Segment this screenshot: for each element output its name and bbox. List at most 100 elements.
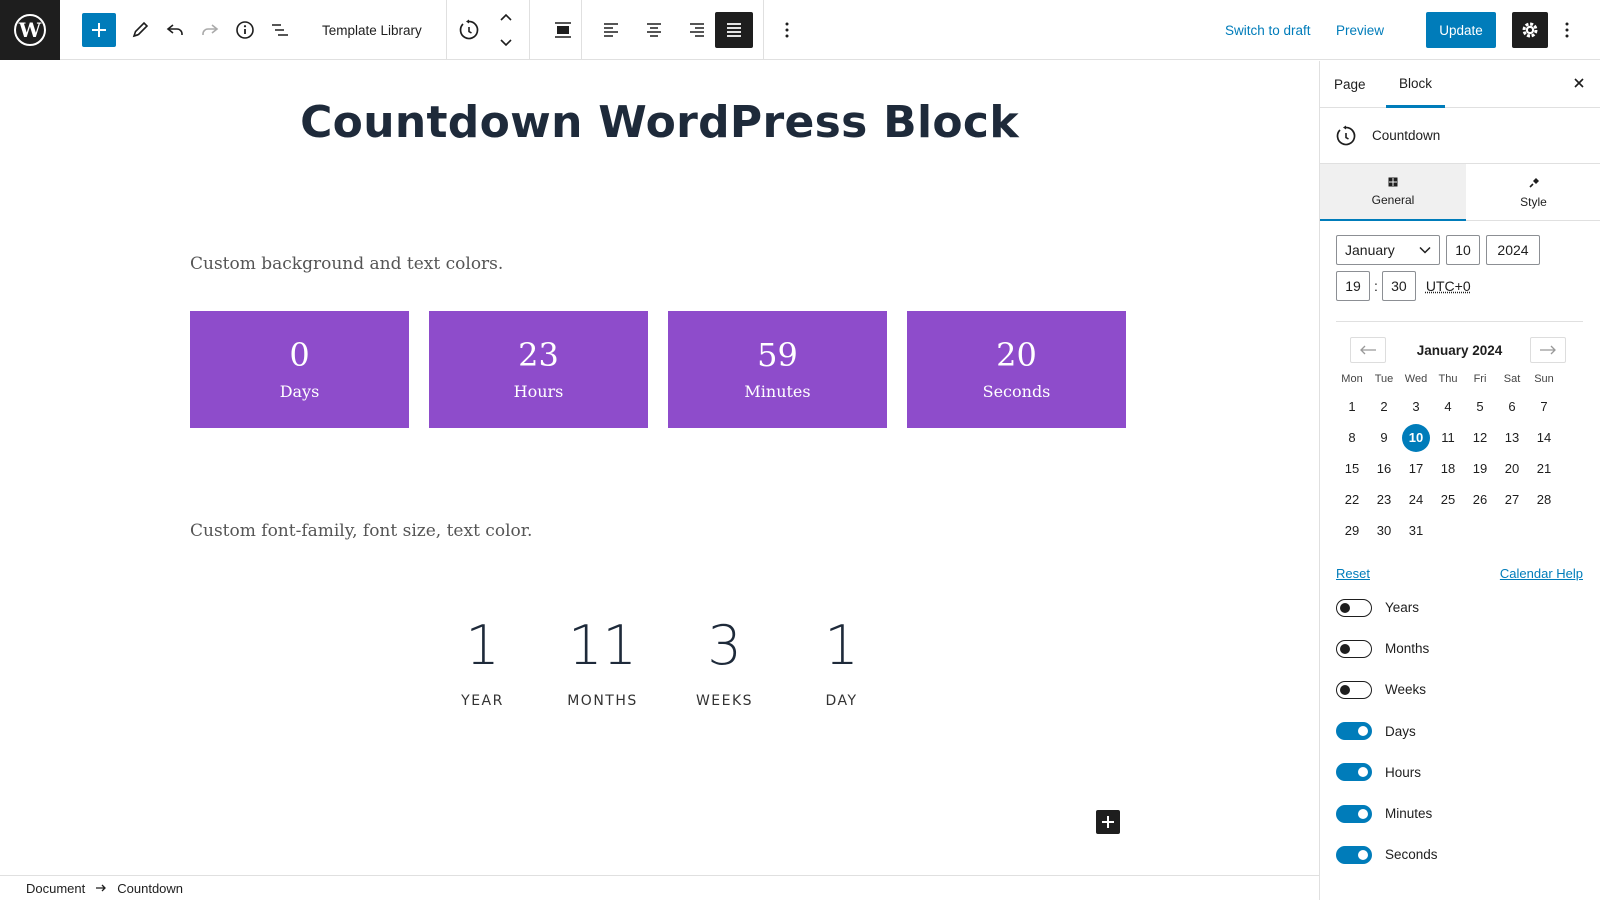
year-input[interactable]: 2024 <box>1486 235 1540 265</box>
close-sidebar-button[interactable] <box>1572 74 1586 95</box>
calendar-day[interactable]: 9 <box>1368 424 1400 452</box>
calendar-week-row: 1234567 <box>1336 391 1588 422</box>
arrow-right-icon <box>96 884 107 892</box>
calendar-day[interactable]: 27 <box>1496 486 1528 514</box>
align-center-button[interactable] <box>637 13 671 47</box>
calendar-empty-cell <box>1528 517 1560 545</box>
calendar-weekdays: Mon Tue Wed Thu Fri Sat Sun <box>1336 367 1588 391</box>
paragraph-fonts[interactable]: Custom font-family, font size, text colo… <box>190 521 532 541</box>
calendar-day[interactable]: 20 <box>1496 455 1528 483</box>
toggle-weeks[interactable] <box>1336 680 1372 699</box>
month-select[interactable]: January <box>1336 235 1440 265</box>
breadcrumb-countdown[interactable]: Countdown <box>117 881 183 896</box>
countdown-block-fonts[interactable]: 1 YEAR 11 MONTHS 3 WEEKS 1 DAY <box>0 616 1319 710</box>
calendar-day[interactable]: 28 <box>1528 486 1560 514</box>
wordpress-logo-button[interactable]: W <box>0 0 60 60</box>
undo-button[interactable] <box>158 13 192 47</box>
divider <box>1336 321 1583 322</box>
options-button[interactable] <box>1555 13 1579 47</box>
calendar-day[interactable]: 14 <box>1528 424 1560 452</box>
countdown-block-colored[interactable]: 0 Days 23 Hours 59 Minutes 20 Seconds <box>190 311 1126 428</box>
calendar-day[interactable]: 6 <box>1496 393 1528 421</box>
template-library-button[interactable]: Template Library <box>322 0 422 60</box>
wide-width-button[interactable] <box>546 13 580 47</box>
tab-block[interactable]: Block <box>1386 61 1446 108</box>
calendar-day[interactable]: 3 <box>1400 393 1432 421</box>
settings-button[interactable] <box>1512 12 1548 48</box>
chevron-down-icon <box>1419 246 1431 254</box>
details-button[interactable] <box>228 13 262 47</box>
calendar-day[interactable]: 12 <box>1464 424 1496 452</box>
calendar-help-link[interactable]: Calendar Help <box>1500 566 1583 581</box>
hour-input[interactable]: 19 <box>1336 271 1370 301</box>
chevron-down-icon <box>500 39 512 47</box>
align-right-button[interactable] <box>680 13 714 47</box>
block-options-button[interactable] <box>770 13 804 47</box>
toggle-months[interactable] <box>1336 639 1372 658</box>
calendar-day[interactable]: 19 <box>1464 455 1496 483</box>
calendar-day[interactable]: 13 <box>1496 424 1528 452</box>
move-down-button[interactable] <box>496 32 516 52</box>
switch-to-draft-button[interactable]: Switch to draft <box>1225 0 1311 60</box>
preview-button[interactable]: Preview <box>1336 0 1384 60</box>
unit-toggles: Years Months Weeks Days Hours Minutes Seconds <box>1336 587 1438 875</box>
page-title[interactable]: Countdown WordPress Block <box>0 97 1319 148</box>
move-up-button[interactable] <box>496 8 516 28</box>
minute-input[interactable]: 30 <box>1381 271 1416 301</box>
calendar-day[interactable]: 11 <box>1432 424 1464 452</box>
inline-add-block-button[interactable] <box>1096 810 1120 834</box>
countdown-value: 23 <box>518 336 559 375</box>
calendar-day[interactable]: 31 <box>1400 517 1432 545</box>
close-icon <box>1574 78 1584 88</box>
tools-button[interactable] <box>123 13 157 47</box>
calendar-day[interactable]: 5 <box>1464 393 1496 421</box>
calendar-day[interactable]: 21 <box>1528 455 1560 483</box>
timezone-label: UTC+0 <box>1425 278 1471 294</box>
countdown-label: MONTHS <box>567 693 638 710</box>
toggle-minutes[interactable] <box>1336 804 1372 823</box>
calendar-reset-link[interactable]: Reset <box>1336 566 1370 581</box>
update-button[interactable]: Update <box>1426 12 1496 48</box>
calendar-day[interactable]: 7 <box>1528 393 1560 421</box>
svg-text:W: W <box>18 18 42 42</box>
day-input[interactable]: 10 <box>1446 235 1480 265</box>
toggle-days[interactable] <box>1336 722 1372 741</box>
calendar-day[interactable]: 18 <box>1432 455 1464 483</box>
justify-button[interactable] <box>715 12 753 48</box>
calendar-day[interactable]: 26 <box>1464 486 1496 514</box>
calendar-day[interactable]: 23 <box>1368 486 1400 514</box>
calendar-day[interactable]: 30 <box>1368 517 1400 545</box>
paragraph-colors[interactable]: Custom background and text colors. <box>190 254 503 274</box>
toggle-row-months: Months <box>1336 628 1438 669</box>
calendar-day[interactable]: 8 <box>1336 424 1368 452</box>
calendar-day[interactable]: 15 <box>1336 455 1368 483</box>
calendar-day[interactable]: 17 <box>1400 455 1432 483</box>
add-block-button[interactable] <box>82 13 116 47</box>
tab-style[interactable]: Style <box>1466 164 1600 221</box>
list-view-button[interactable] <box>263 13 297 47</box>
block-type-button[interactable] <box>452 13 486 47</box>
calendar-day[interactable]: 10 <box>1402 423 1430 452</box>
redo-button[interactable] <box>193 13 227 47</box>
calendar-day[interactable]: 2 <box>1368 393 1400 421</box>
tab-general[interactable]: General <box>1320 164 1466 221</box>
align-left-button[interactable] <box>594 13 628 47</box>
calendar-day[interactable]: 16 <box>1368 455 1400 483</box>
toolbar-divider <box>763 0 764 60</box>
calendar-day[interactable]: 4 <box>1432 393 1464 421</box>
calendar-weekday: Wed <box>1404 373 1428 385</box>
tab-page[interactable]: Page <box>1334 61 1366 108</box>
breadcrumb-document[interactable]: Document <box>26 881 85 896</box>
calendar-weekday: Sun <box>1534 373 1554 385</box>
countdown-value: 0 <box>289 336 310 375</box>
calendar-day[interactable]: 1 <box>1336 393 1368 421</box>
calendar-next-button[interactable] <box>1530 337 1566 363</box>
toggle-hours[interactable] <box>1336 763 1372 782</box>
calendar-day[interactable]: 25 <box>1432 486 1464 514</box>
calendar-day[interactable]: 24 <box>1400 486 1432 514</box>
time-separator: : <box>1374 278 1378 294</box>
toggle-years[interactable] <box>1336 598 1372 617</box>
calendar-day[interactable]: 22 <box>1336 486 1368 514</box>
calendar-day[interactable]: 29 <box>1336 517 1368 545</box>
toggle-seconds[interactable] <box>1336 845 1372 864</box>
